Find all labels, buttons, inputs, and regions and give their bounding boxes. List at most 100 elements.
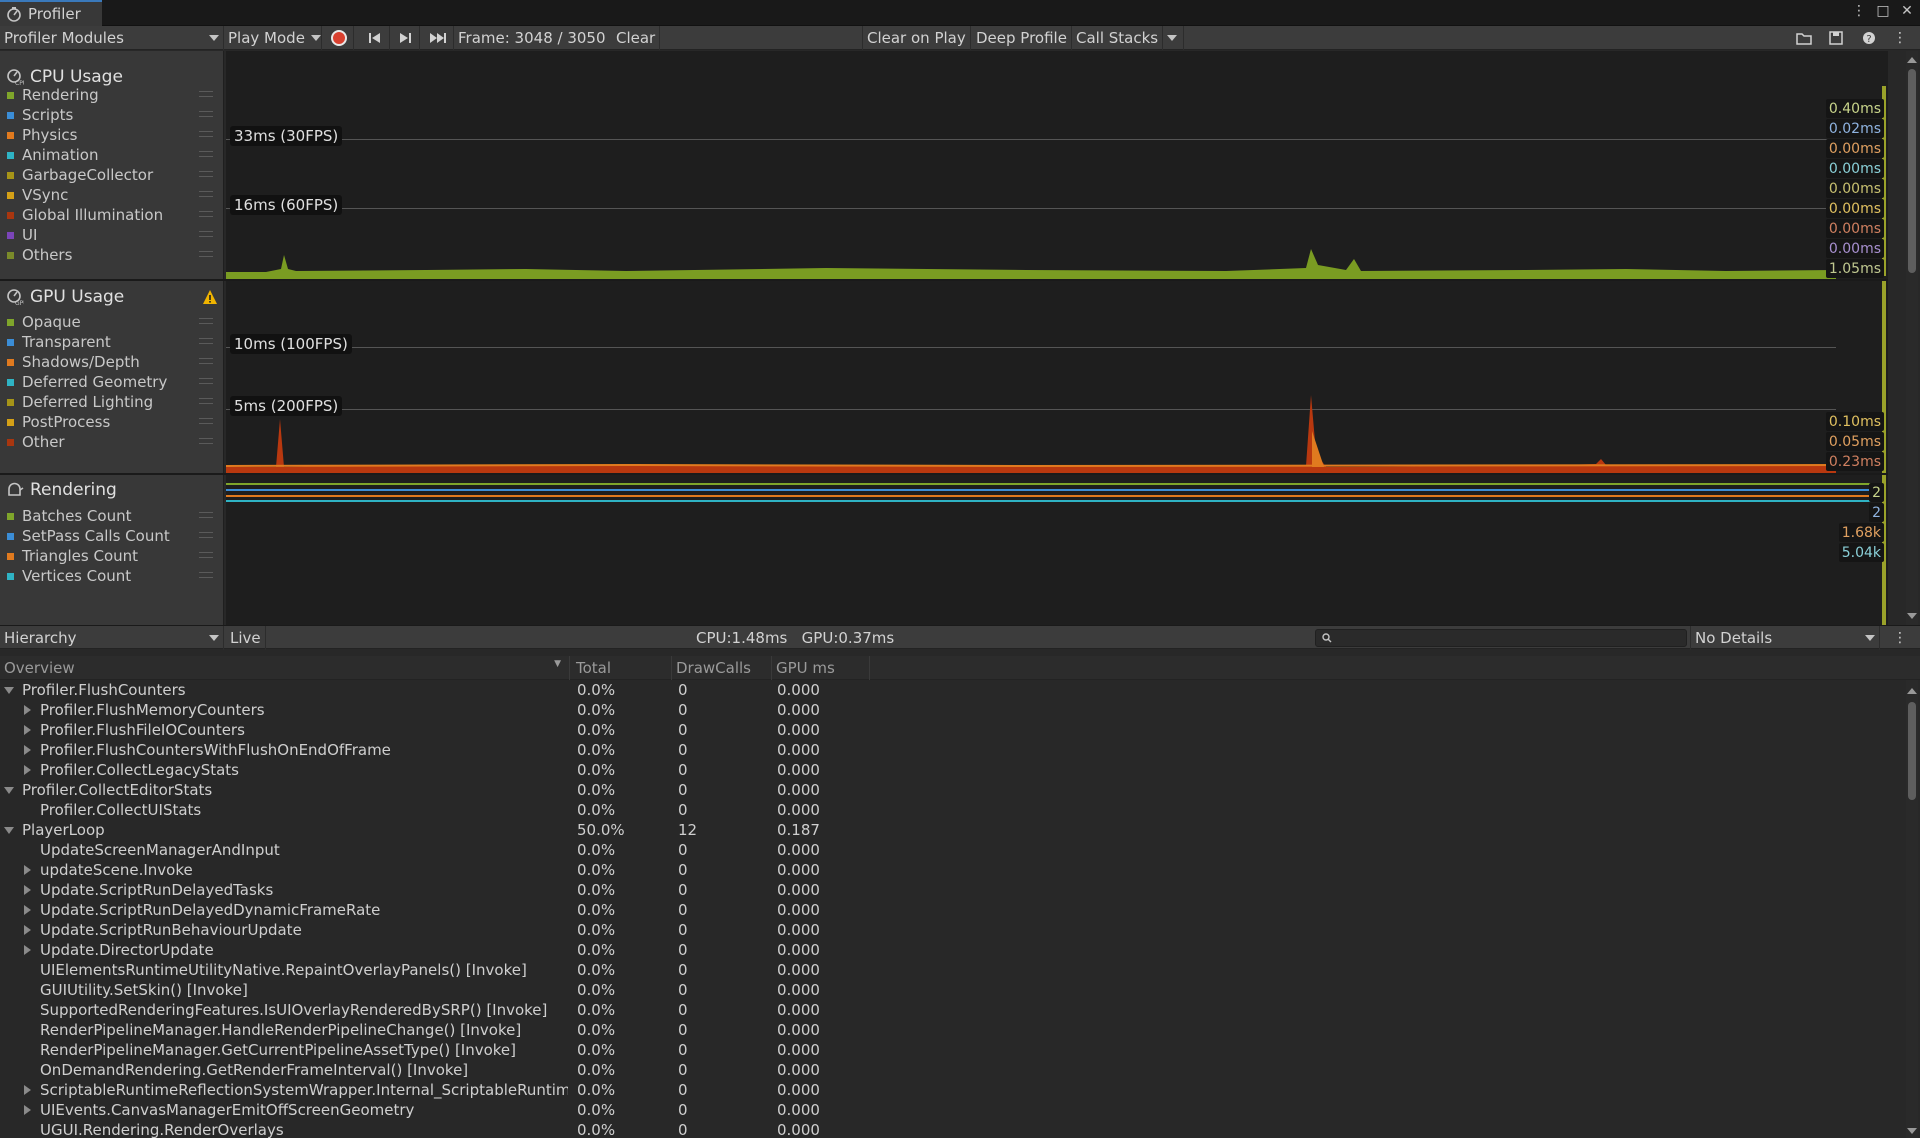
close-icon[interactable]: ✕ xyxy=(1900,3,1914,19)
drag-handle-icon[interactable] xyxy=(199,338,213,344)
drag-handle-icon[interactable] xyxy=(199,572,213,578)
hierarchy-row[interactable]: RenderPipelineManager.HandleRenderPipeli… xyxy=(0,1020,1904,1040)
hierarchy-row[interactable]: Profiler.CollectLegacyStats 0.0% 0 0.000 xyxy=(0,760,1904,780)
drag-handle-icon[interactable] xyxy=(199,191,213,197)
legend-item[interactable]: Animation xyxy=(7,145,219,165)
kebab-menu-icon[interactable]: ⋮ xyxy=(1852,3,1866,19)
drag-handle-icon[interactable] xyxy=(199,151,213,157)
profiler-tab[interactable]: Profiler xyxy=(0,0,102,26)
drag-handle-icon[interactable] xyxy=(199,231,213,237)
hierarchy-row[interactable]: UGUI.Rendering.RenderOverlays 0.0% 0 0.000 xyxy=(0,1120,1904,1138)
gpu-usage-chart[interactable]: 10ms (100FPS) 5ms (200FPS) 0.10ms 0.05ms 0… xyxy=(226,281,1888,473)
hierarchy-row[interactable]: Profiler.FlushFileIOCounters 0.0% 0 0.000 xyxy=(0,720,1904,740)
first-frame-button[interactable] xyxy=(360,26,390,50)
hierarchy-row[interactable]: Profiler.CollectUIStats 0.0% 0 0.000 xyxy=(0,800,1904,820)
drag-handle-icon[interactable] xyxy=(199,438,213,444)
next-frame-button[interactable] xyxy=(390,26,420,50)
details-mode-dropdown[interactable]: No Details xyxy=(1690,626,1880,650)
drag-handle-icon[interactable] xyxy=(199,532,213,538)
cpu-usage-legend[interactable]: CPU CPU Usage RenderingScriptsPhysicsAni… xyxy=(0,51,224,279)
call-stacks-button[interactable]: Call Stacks xyxy=(1072,26,1164,50)
drag-handle-icon[interactable] xyxy=(199,111,213,117)
hierarchy-row[interactable]: ScriptableRuntimeReflectionSystemWrapper… xyxy=(0,1080,1904,1100)
details-menu-button[interactable]: ⋮ xyxy=(1890,626,1910,650)
column-gpu-ms[interactable]: GPU ms xyxy=(772,656,870,680)
collapsed-arrow-icon[interactable] xyxy=(24,865,31,875)
load-button[interactable] xyxy=(1794,26,1814,50)
legend-item[interactable]: Other xyxy=(7,432,219,452)
drag-handle-icon[interactable] xyxy=(199,171,213,177)
legend-item[interactable]: GarbageCollector xyxy=(7,165,219,185)
record-button[interactable] xyxy=(324,26,354,50)
legend-item[interactable]: Batches Count xyxy=(7,506,219,526)
legend-item[interactable]: Rendering xyxy=(7,85,219,105)
hierarchy-row[interactable]: Profiler.CollectEditorStats 0.0% 0 0.000 xyxy=(0,780,1904,800)
hierarchy-row[interactable]: UIEvents.CanvasManagerEmitOffScreenGeome… xyxy=(0,1100,1904,1120)
scroll-up-arrow-icon[interactable] xyxy=(1907,688,1917,694)
drag-handle-icon[interactable] xyxy=(199,211,213,217)
clear-button[interactable]: Clear xyxy=(612,26,661,50)
drag-handle-icon[interactable] xyxy=(199,318,213,324)
hierarchy-row[interactable]: GUIUtility.SetSkin() [Invoke] 0.0% 0 0.000 xyxy=(0,980,1904,1000)
column-drawcalls[interactable]: DrawCalls xyxy=(672,656,772,680)
legend-item[interactable]: Shadows/Depth xyxy=(7,352,219,372)
expanded-arrow-icon[interactable] xyxy=(4,687,14,694)
collapsed-arrow-icon[interactable] xyxy=(24,745,31,755)
scroll-down-arrow-icon[interactable] xyxy=(1907,613,1917,619)
collapsed-arrow-icon[interactable] xyxy=(24,925,31,935)
view-mode-dropdown[interactable]: Hierarchy xyxy=(0,626,224,650)
hierarchy-tree[interactable]: Profiler.FlushCounters 0.0% 0 0.000 Profiler… xyxy=(0,680,1904,1138)
drag-handle-icon[interactable] xyxy=(199,251,213,257)
live-toggle[interactable]: Live xyxy=(226,626,266,650)
legend-item[interactable]: Deferred Geometry xyxy=(7,372,219,392)
collapsed-arrow-icon[interactable] xyxy=(24,905,31,915)
collapsed-arrow-icon[interactable] xyxy=(24,765,31,775)
hierarchy-row[interactable]: Update.ScriptRunBehaviourUpdate 0.0% 0 0.00… xyxy=(0,920,1904,940)
drag-handle-icon[interactable] xyxy=(199,552,213,558)
play-mode-dropdown[interactable]: Play Mode xyxy=(224,26,322,50)
scrollbar-thumb[interactable] xyxy=(1908,69,1916,273)
legend-item[interactable]: Transparent xyxy=(7,332,219,352)
hierarchy-row[interactable]: SupportedRenderingFeatures.IsUIOverlayRe… xyxy=(0,1000,1904,1020)
drag-handle-icon[interactable] xyxy=(199,378,213,384)
scrollbar-thumb[interactable] xyxy=(1908,702,1916,800)
hierarchy-row[interactable]: updateScene.Invoke 0.0% 0 0.000 xyxy=(0,860,1904,880)
legend-item[interactable]: Opaque xyxy=(7,312,219,332)
legend-item[interactable]: Vertices Count xyxy=(7,566,219,586)
hierarchy-row[interactable]: RenderPipelineManager.GetCurrentPipeline… xyxy=(0,1040,1904,1060)
hierarchy-row[interactable]: UpdateScreenManagerAndInput 0.0% 0 0.000 xyxy=(0,840,1904,860)
collapsed-arrow-icon[interactable] xyxy=(24,725,31,735)
deep-profile-button[interactable]: Deep Profile xyxy=(972,26,1072,50)
legend-item[interactable]: VSync xyxy=(7,185,219,205)
legend-item[interactable]: Deferred Lighting xyxy=(7,392,219,412)
collapsed-arrow-icon[interactable] xyxy=(24,945,31,955)
maximize-icon[interactable]: □ xyxy=(1876,3,1890,19)
hierarchy-row[interactable]: PlayerLoop 50.0% 12 0.187 xyxy=(0,820,1904,840)
drag-handle-icon[interactable] xyxy=(199,91,213,97)
legend-item[interactable]: PostProcess xyxy=(7,412,219,432)
hierarchy-row[interactable]: Profiler.FlushMemoryCounters 0.0% 0 0.000 xyxy=(0,700,1904,720)
hierarchy-row[interactable]: Update.ScriptRunDelayedTasks 0.0% 0 0.000 xyxy=(0,880,1904,900)
hierarchy-row[interactable]: Update.ScriptRunDelayedDynamicFrameRate 0… xyxy=(0,900,1904,920)
drag-handle-icon[interactable] xyxy=(199,512,213,518)
scroll-up-arrow-icon[interactable] xyxy=(1907,57,1917,63)
hierarchy-row[interactable]: Profiler.FlushCounters 0.0% 0 0.000 xyxy=(0,680,1904,700)
gpu-usage-legend[interactable]: GPU GPU Usage Opaque Transparent Shadows/D… xyxy=(0,281,224,473)
hierarchy-scrollbar[interactable] xyxy=(1906,680,1918,1138)
warning-icon[interactable] xyxy=(202,289,218,305)
legend-item[interactable]: Physics xyxy=(7,125,219,145)
hierarchy-row[interactable]: OnDemandRendering.GetRenderFrameInterval… xyxy=(0,1060,1904,1080)
hierarchy-row[interactable]: Profiler.FlushCountersWithFlushOnEndOfFr… xyxy=(0,740,1904,760)
legend-item[interactable]: Scripts xyxy=(7,105,219,125)
expanded-arrow-icon[interactable] xyxy=(4,827,14,834)
search-field[interactable] xyxy=(1315,629,1687,647)
column-overview[interactable]: Overview ▼ xyxy=(0,656,570,680)
expanded-arrow-icon[interactable] xyxy=(4,787,14,794)
rendering-chart[interactable]: 2 2 1.68k 5.04k xyxy=(226,475,1888,625)
drag-handle-icon[interactable] xyxy=(199,131,213,137)
profiler-modules-dropdown[interactable]: Profiler Modules xyxy=(0,26,224,50)
toolbar-menu-button[interactable]: ⋮ xyxy=(1890,26,1910,50)
legend-item[interactable]: Global Illumination xyxy=(7,205,219,225)
drag-handle-icon[interactable] xyxy=(199,418,213,424)
legend-item[interactable]: SetPass Calls Count xyxy=(7,526,219,546)
